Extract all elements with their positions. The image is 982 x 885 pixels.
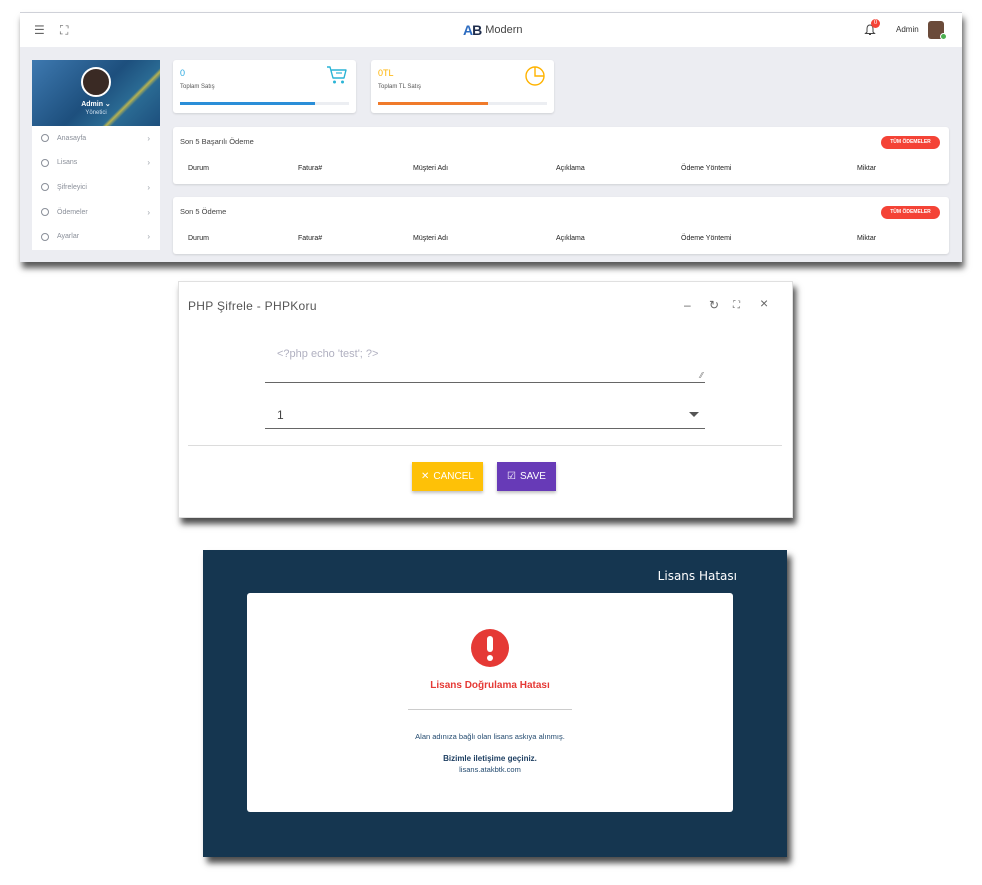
sidebar-item-label: Ödemeler (57, 208, 88, 216)
panel-title: Lisans Hatası (657, 569, 737, 583)
button-label: SAVE (520, 471, 546, 482)
all-payments-button[interactable]: TÜM ÖDEMELER (881, 206, 940, 219)
button-label: CANCEL (433, 471, 474, 482)
profile-avatar (81, 67, 111, 97)
brand-logo: AB (463, 22, 482, 38)
encryption-level-select[interactable]: 1 (265, 402, 705, 429)
sidebar-item-lisans[interactable]: Lisans › (32, 151, 160, 176)
license-error-panel: Lisans Hatası Lisans Doğrulama Hatası Al… (203, 550, 787, 857)
sidebar-item-label: Ayarlar (57, 233, 80, 241)
top-navbar: ☰ ⛶ AB Modern 0 Admin (20, 13, 962, 47)
column-header: Müşteri Adı (413, 235, 449, 242)
contact-link[interactable]: lisans.atakbtk.com (247, 765, 733, 774)
modal-title: PHP Şifrele - PHPKoru (188, 299, 317, 313)
refresh-icon[interactable]: ↻ (709, 298, 719, 312)
stat-progress (378, 102, 547, 105)
column-header: Durum (188, 235, 210, 242)
column-header: Durum (188, 165, 210, 172)
user-name[interactable]: Admin (896, 25, 919, 34)
menu-toggle-icon[interactable]: ☰ (34, 23, 45, 37)
php-encrypt-modal: PHP Şifrele - PHPKoru – ↻ ⛶ × ⁄⁄ 1 ✕ CAN… (178, 281, 793, 518)
chevron-right-icon: › (147, 133, 150, 143)
column-header: Miktar (857, 235, 877, 242)
column-header: Fatura# (298, 165, 323, 172)
contact-text: Bizimle iletişime geçiniz. (443, 754, 537, 763)
cart-icon (327, 66, 347, 84)
code-input-wrapper: ⁄⁄ (265, 342, 705, 383)
sidebar-item-anasayfa[interactable]: Anasayfa › (32, 126, 160, 151)
stat-value: 0 (180, 68, 186, 78)
profile-name[interactable]: Admin ⌄ (32, 100, 160, 108)
column-header: Ödeme Yöntemi (681, 165, 732, 172)
chevron-right-icon: › (147, 207, 150, 217)
dashboard-panel: ☰ ⛶ AB Modern 0 Admin Admin ⌄ Yönetici A… (20, 12, 962, 262)
sidebar-item-ayarlar[interactable]: Ayarlar › (32, 224, 160, 249)
close-icon: ✕ (421, 471, 430, 482)
chevron-right-icon: › (147, 232, 150, 242)
chevron-right-icon: › (147, 158, 150, 168)
avatar[interactable] (928, 21, 947, 40)
pie-chart-icon (525, 66, 545, 86)
divider (408, 709, 572, 710)
php-code-input[interactable] (265, 342, 705, 382)
sidebar: Admin ⌄ Yönetici Anasayfa › Lisans › Şif… (32, 60, 160, 250)
checkbox-icon: ☑ (507, 471, 517, 482)
save-button[interactable]: ☑ SAVE (497, 462, 556, 491)
profile-role: Yönetici (85, 110, 107, 116)
palette-icon (41, 232, 49, 241)
stat-label: Toplam TL Satış (378, 84, 422, 90)
exclamation-icon (471, 629, 509, 667)
all-payments-button[interactable]: TÜM ÖDEMELER (881, 136, 940, 149)
profile-card: Admin ⌄ Yönetici (32, 60, 160, 126)
stat-label: Toplam Satış (180, 84, 215, 90)
sidebar-item-label: Lisans (57, 159, 78, 167)
column-header: Fatura# (298, 235, 323, 242)
recent-successful-payments-card: Son 5 Başarılı Ödeme TÜM ÖDEMELER Durum … (173, 127, 949, 184)
column-header: Açıklama (556, 165, 585, 172)
error-title: Lisans Doğrulama Hatası (430, 680, 550, 691)
column-header: Miktar (857, 165, 877, 172)
card-title: Son 5 Başarılı Ödeme (180, 137, 254, 146)
fullscreen-icon[interactable]: ⛶ (60, 23, 68, 37)
caret-down-icon (689, 412, 699, 417)
palette-icon (41, 134, 49, 143)
sidebar-item-sifreleyici[interactable]: Şifreleyici › (32, 175, 160, 200)
sidebar-item-label: Şifreleyici (57, 183, 87, 191)
chevron-right-icon: › (147, 182, 150, 192)
cancel-button[interactable]: ✕ CANCEL (412, 462, 483, 491)
sidebar-item-label: Anasayfa (57, 134, 87, 142)
stat-card-total-tl-sales: 0TL Toplam TL Satış (371, 60, 554, 113)
palette-icon (41, 158, 49, 167)
palette-icon (41, 183, 49, 192)
card-title: Son 5 Ödeme (180, 207, 227, 216)
stat-value: 0TL (378, 68, 394, 78)
stat-progress (180, 102, 349, 105)
select-value: 1 (277, 408, 284, 422)
palette-icon (41, 208, 49, 217)
recent-payments-card: Son 5 Ödeme TÜM ÖDEMELER Durum Fatura# M… (173, 197, 949, 254)
notification-badge: 0 (871, 19, 880, 28)
column-header: Açıklama (556, 235, 585, 242)
close-icon[interactable]: × (760, 295, 768, 311)
stat-card-total-sales: 0 Toplam Satış (173, 60, 356, 113)
brand[interactable]: AB Modern (463, 22, 523, 38)
brand-name: Modern (485, 24, 523, 36)
fullscreen-icon[interactable]: ⛶ (733, 300, 740, 311)
chevron-down-icon: ⌄ (104, 101, 111, 108)
license-error-box: Lisans Doğrulama Hatası Alan adınıza bağ… (247, 593, 733, 812)
column-header: Müşteri Adı (413, 165, 449, 172)
divider (188, 445, 782, 446)
minimize-icon[interactable]: – (684, 298, 691, 312)
error-message: Alan adınıza bağlı olan lisans askıya al… (415, 732, 565, 741)
resize-handle-icon[interactable]: ⁄⁄ (700, 372, 703, 380)
sidebar-item-odemeler[interactable]: Ödemeler › (32, 200, 160, 225)
column-header: Ödeme Yöntemi (681, 235, 732, 242)
